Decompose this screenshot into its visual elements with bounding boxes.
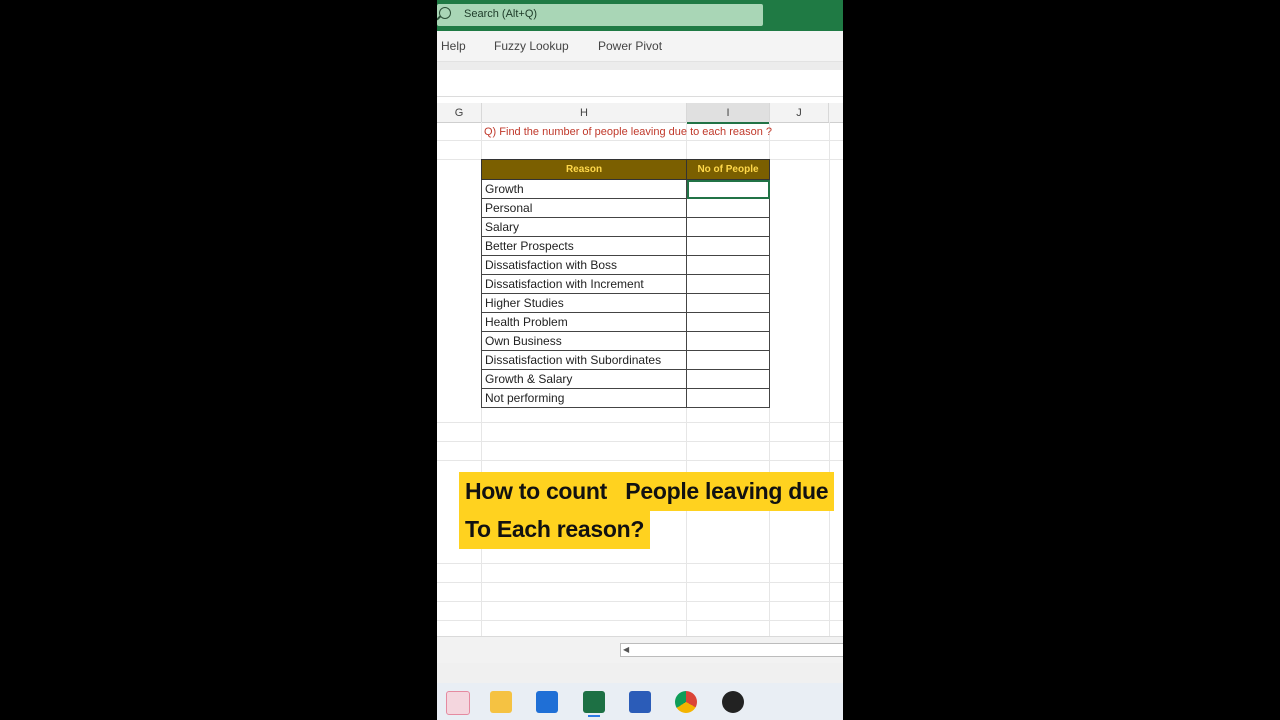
word-icon[interactable] bbox=[629, 691, 651, 713]
table-row: Higher Studies bbox=[481, 293, 770, 313]
reason-cell[interactable]: Growth & Salary bbox=[481, 369, 687, 389]
reason-cell[interactable]: Dissatisfaction with Increment bbox=[481, 274, 687, 294]
ribbon-body bbox=[437, 62, 843, 70]
count-cell[interactable] bbox=[686, 350, 770, 370]
caption-line-1: How to count People leaving due bbox=[459, 472, 835, 511]
count-cell[interactable] bbox=[686, 274, 770, 294]
count-cell[interactable] bbox=[686, 369, 770, 389]
reason-cell[interactable]: Dissatisfaction with Boss bbox=[481, 255, 687, 275]
media-icon[interactable] bbox=[722, 691, 744, 713]
formula-bar[interactable] bbox=[437, 70, 843, 97]
table-row: Not performing bbox=[481, 388, 770, 408]
count-cell[interactable] bbox=[686, 198, 770, 218]
count-cell[interactable] bbox=[686, 236, 770, 256]
caption-line-2: To Each reason? bbox=[459, 510, 651, 549]
horizontal-scrollbar[interactable]: ◀ bbox=[620, 643, 843, 657]
status-bar bbox=[437, 663, 843, 683]
grid-line bbox=[437, 563, 843, 564]
column-header-g[interactable]: G bbox=[437, 103, 482, 122]
count-cell[interactable] bbox=[686, 255, 770, 275]
video-caption: How to count People leaving due To Each … bbox=[459, 472, 835, 549]
grid-line bbox=[437, 620, 843, 621]
table-row: Growth & Salary bbox=[481, 369, 770, 389]
column-header-i[interactable]: I bbox=[687, 103, 770, 124]
search-placeholder: Search (Alt+Q) bbox=[464, 8, 538, 20]
file-explorer-icon[interactable] bbox=[490, 691, 512, 713]
count-cell[interactable] bbox=[686, 293, 770, 313]
count-cell[interactable] bbox=[686, 331, 770, 351]
tab-fuzzy-lookup[interactable]: Fuzzy Lookup bbox=[494, 39, 569, 53]
header-reason[interactable]: Reason bbox=[481, 159, 687, 180]
excel-icon[interactable] bbox=[583, 691, 605, 717]
table-header-row: Reason No of People bbox=[481, 159, 770, 180]
ribbon-tabs: Help Fuzzy Lookup Power Pivot bbox=[437, 31, 843, 62]
search-icon bbox=[439, 7, 451, 19]
tab-help[interactable]: Help bbox=[441, 39, 466, 53]
reason-cell[interactable]: Health Problem bbox=[481, 312, 687, 332]
reason-cell[interactable]: Higher Studies bbox=[481, 293, 687, 313]
snipping-tool-icon[interactable] bbox=[446, 691, 470, 715]
reason-cell[interactable]: Dissatisfaction with Subordinates bbox=[481, 350, 687, 370]
title-bar: Search (Alt+Q) bbox=[437, 0, 843, 31]
tab-power-pivot[interactable]: Power Pivot bbox=[598, 39, 662, 53]
table-row: Better Prospects bbox=[481, 236, 770, 256]
reason-cell[interactable]: Growth bbox=[481, 179, 687, 199]
store-icon[interactable] bbox=[536, 691, 558, 713]
reason-cell[interactable]: Better Prospects bbox=[481, 236, 687, 256]
table-row: Own Business bbox=[481, 331, 770, 351]
column-header-j[interactable]: J bbox=[770, 103, 829, 122]
count-cell[interactable] bbox=[686, 217, 770, 237]
grid-line bbox=[437, 601, 843, 602]
table-row: Dissatisfaction with Boss bbox=[481, 255, 770, 275]
search-box[interactable]: Search (Alt+Q) bbox=[437, 4, 763, 26]
grid-line bbox=[437, 582, 843, 583]
grid-line bbox=[437, 460, 843, 461]
table-row: Dissatisfaction with Increment bbox=[481, 274, 770, 294]
reason-cell[interactable]: Salary bbox=[481, 217, 687, 237]
active-indicator bbox=[588, 715, 600, 717]
selected-cell[interactable] bbox=[686, 179, 770, 199]
grid-line bbox=[829, 122, 830, 636]
chrome-icon[interactable] bbox=[675, 691, 697, 713]
excel-window: Search (Alt+Q) Help Fuzzy Lookup Power P… bbox=[437, 0, 843, 720]
column-headers: G H I J bbox=[437, 103, 843, 124]
table-row: Health Problem bbox=[481, 312, 770, 332]
count-cell[interactable] bbox=[686, 388, 770, 408]
grid-line bbox=[437, 441, 843, 442]
table-row: Salary bbox=[481, 217, 770, 237]
sheet-tab-bar: ◀ bbox=[437, 636, 843, 664]
reason-cell[interactable]: Not performing bbox=[481, 388, 687, 408]
count-cell[interactable] bbox=[686, 312, 770, 332]
question-text: Q) Find the number of people leaving due… bbox=[484, 126, 773, 138]
taskbar bbox=[437, 683, 843, 720]
table-row: Personal bbox=[481, 198, 770, 218]
reason-table: Reason No of People Growth Personal Sala… bbox=[481, 159, 770, 408]
scroll-left-icon[interactable]: ◀ bbox=[623, 645, 629, 654]
reason-cell[interactable]: Personal bbox=[481, 198, 687, 218]
grid-line bbox=[437, 140, 843, 141]
header-no-of-people[interactable]: No of People bbox=[686, 159, 770, 180]
table-row: Dissatisfaction with Subordinates bbox=[481, 350, 770, 370]
column-header-h[interactable]: H bbox=[482, 103, 687, 122]
table-row: Growth bbox=[481, 179, 770, 199]
reason-cell[interactable]: Own Business bbox=[481, 331, 687, 351]
grid-line bbox=[437, 422, 843, 423]
